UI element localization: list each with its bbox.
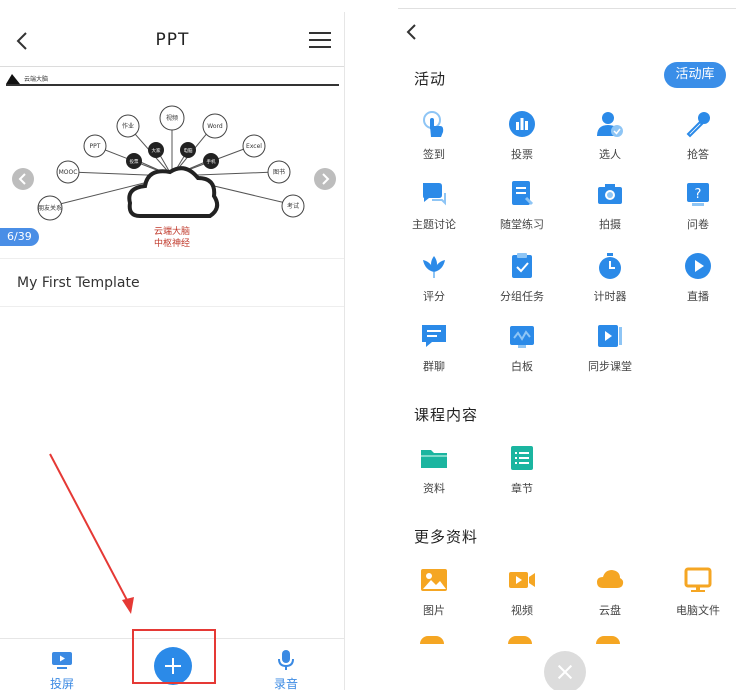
section-title-course: 课程内容 — [414, 406, 479, 424]
lotus-icon — [423, 256, 445, 278]
more-computer-file[interactable]: 电脑文件 — [658, 566, 736, 622]
section-title-activity: 活动 — [414, 70, 447, 88]
tap-icon — [423, 111, 444, 137]
more-label: 云盘 — [599, 604, 621, 617]
activity-label: 计时器 — [593, 290, 627, 303]
more-label: 图片 — [423, 604, 445, 617]
activity-label: 群聊 — [423, 360, 445, 373]
activity-vote[interactable]: 投票 — [482, 110, 562, 166]
activity-label: 选人 — [599, 148, 621, 161]
play-circle-icon — [685, 253, 711, 279]
activity-whiteboard[interactable]: 白板 — [482, 322, 562, 378]
close-button[interactable] — [544, 651, 586, 690]
monitor-icon — [684, 567, 712, 592]
question-icon: ? — [687, 183, 709, 206]
person-check-icon — [597, 112, 623, 137]
video-icon — [509, 572, 535, 588]
record-button[interactable]: 录音 — [264, 647, 308, 690]
section-title-more: 更多资料 — [414, 528, 479, 546]
activity-sync-class[interactable]: 同步课堂 — [570, 322, 650, 378]
more-image[interactable]: 图片 — [394, 566, 474, 622]
activity-group-chat[interactable]: 群聊 — [394, 322, 474, 378]
top-divider — [398, 8, 736, 9]
activity-checkin[interactable]: 签到 — [394, 110, 474, 166]
svg-text:?: ? — [695, 187, 702, 202]
screen-cast-label: 投屏 — [49, 677, 74, 690]
activity-live[interactable]: 直播 — [658, 252, 736, 308]
screen-cast-icon — [52, 652, 72, 669]
activity-quick-answer[interactable]: 抢答 — [658, 110, 736, 166]
cloud-icon — [597, 570, 624, 588]
microphone-icon — [278, 650, 294, 670]
activity-survey[interactable]: ? 问卷 — [658, 180, 736, 236]
activity-label: 签到 — [423, 148, 445, 161]
screenshot-stage: PPT 云端大脑 PPT 作业 视频 Word Excel 图书 考试 MOOC… — [0, 0, 736, 690]
activity-pick-person[interactable]: 选人 — [570, 110, 650, 166]
course-materials[interactable]: 资料 — [394, 444, 474, 500]
more-video[interactable]: 视频 — [482, 566, 562, 622]
activity-label: 白板 — [511, 360, 533, 373]
sync-class-icon — [598, 325, 622, 347]
quiz-doc-icon — [512, 181, 534, 206]
more-label: 视频 — [511, 604, 533, 617]
microphone-icon — [686, 112, 710, 138]
activity-picker-screen: 活动 活动库 签到 投票 选人 抢答 主题讨论 随堂练习 拍摄 ? 问卷 评分 … — [398, 0, 736, 690]
stopwatch-icon — [599, 253, 621, 279]
activity-timer[interactable]: 计时器 — [570, 252, 650, 308]
activity-photo[interactable]: 拍摄 — [570, 180, 650, 236]
course-chapters[interactable]: 章节 — [482, 444, 562, 500]
screen-cast-button[interactable]: 投屏 — [40, 647, 84, 690]
activity-label: 直播 — [687, 290, 709, 303]
folder-icon — [421, 450, 447, 468]
back-arrow-icon[interactable] — [402, 22, 422, 42]
cut-off-icon — [596, 636, 620, 644]
activity-label: 同步课堂 — [588, 360, 632, 373]
activity-label: 随堂练习 — [500, 218, 544, 231]
activity-discussion[interactable]: 主题讨论 — [394, 180, 474, 236]
more-label: 电脑文件 — [676, 604, 720, 617]
activity-label: 主题讨论 — [412, 218, 456, 231]
activity-label: 拍摄 — [599, 218, 621, 231]
course-label: 章节 — [511, 482, 533, 495]
record-label: 录音 — [273, 677, 298, 690]
activity-group-task[interactable]: 分组任务 — [482, 252, 562, 308]
ppt-editor-screen: PPT 云端大脑 PPT 作业 视频 Word Excel 图书 考试 MOOC… — [0, 12, 345, 690]
cut-off-icon — [420, 636, 444, 644]
red-annotation-arrow — [49, 453, 134, 614]
activity-label: 评分 — [423, 290, 445, 303]
more-cloud-drive[interactable]: 云盘 — [570, 566, 650, 622]
clipboard-check-icon — [512, 253, 532, 278]
activity-label: 分组任务 — [500, 290, 544, 303]
cut-off-icon — [508, 636, 532, 644]
activity-quiz[interactable]: 随堂练习 — [482, 180, 562, 236]
chat-bubbles-icon — [423, 183, 446, 206]
activity-label: 问卷 — [687, 218, 709, 231]
image-icon — [421, 569, 447, 591]
activity-library-button[interactable]: 活动库 — [664, 62, 726, 88]
group-chat-icon — [422, 325, 446, 347]
activity-rating[interactable]: 评分 — [394, 252, 474, 308]
activity-label: 抢答 — [687, 148, 709, 161]
whiteboard-icon — [510, 326, 534, 348]
bar-chart-icon — [509, 111, 535, 137]
red-highlight-box — [132, 629, 216, 684]
activity-label: 投票 — [511, 148, 533, 161]
list-icon — [511, 446, 533, 470]
camera-icon — [598, 184, 622, 204]
course-label: 资料 — [423, 482, 445, 495]
